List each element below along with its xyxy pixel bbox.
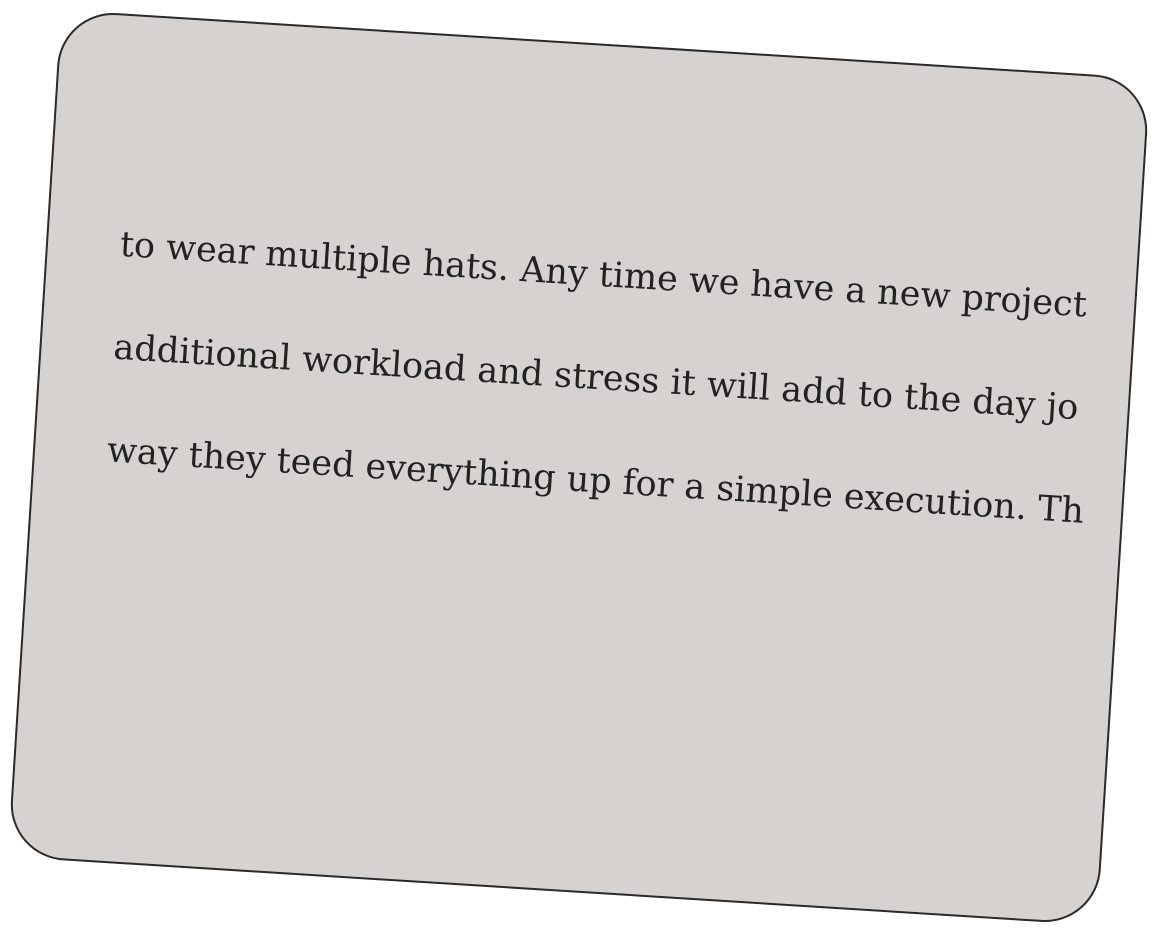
text-excerpt: to wear multiple hats. Any time we have … bbox=[102, 224, 1151, 608]
text-card: to wear multiple hats. Any time we have … bbox=[7, 9, 1151, 926]
